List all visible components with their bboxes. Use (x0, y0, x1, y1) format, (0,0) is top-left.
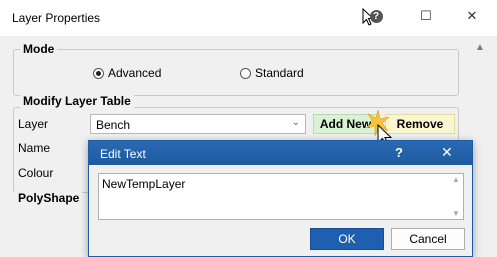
add-new-label: Add New (319, 117, 372, 131)
radio-standard-label: Standard (255, 66, 304, 80)
maximize-button[interactable]: ☐ (414, 3, 438, 29)
mode-group-label: Mode (20, 42, 58, 56)
ok-label: OK (338, 232, 356, 246)
window-title: Layer Properties (12, 11, 101, 25)
dialog-title: Edit Text (100, 147, 146, 161)
dialog-close-button[interactable]: ✕ (441, 144, 453, 161)
maximize-icon: ☐ (420, 8, 432, 23)
layer-label: Layer (18, 117, 49, 131)
mode-group (13, 49, 459, 96)
edit-text-value: NewTempLayer (102, 177, 186, 191)
close-icon: ✕ (466, 8, 478, 23)
layer-dropdown-value: Bench (96, 118, 131, 132)
help-button[interactable]: ? (369, 3, 383, 29)
scroll-down-icon[interactable]: ▼ (452, 209, 460, 218)
dialog-titlebar: Edit Text ? ✕ (89, 141, 472, 165)
radio-standard-indicator (240, 67, 251, 79)
name-label: Name (18, 141, 51, 155)
dialog-help-button[interactable]: ? (395, 145, 403, 160)
edit-text-dialog: Edit Text ? ✕ NewTempLayer ▲ ▼ OK Cancel (88, 140, 473, 257)
window-titlebar: Layer Properties ? ☐ ✕ (0, 0, 497, 36)
polyshape-group-label: PolyShape (15, 191, 83, 205)
remove-label: Remove (396, 117, 444, 131)
scroll-up-icon[interactable]: ▲ (452, 175, 460, 184)
cancel-button[interactable]: Cancel (391, 228, 465, 250)
modify-layer-table-label: Modify Layer Table (20, 94, 134, 108)
help-icon: ? (369, 9, 383, 23)
radio-advanced-indicator (93, 67, 104, 79)
cancel-label: Cancel (409, 232, 447, 246)
textarea-scrollbar[interactable]: ▲ ▼ (449, 175, 462, 218)
radio-advanced-label: Advanced (108, 66, 162, 80)
scroll-up-arrow-icon[interactable]: ▲ (475, 42, 485, 53)
chevron-down-icon: ⌄ (291, 117, 300, 128)
remove-button[interactable]: Remove (385, 114, 455, 134)
ok-button[interactable]: OK (310, 228, 384, 250)
close-button[interactable]: ✕ (460, 3, 484, 29)
colour-label: Colour (18, 166, 54, 180)
radio-standard[interactable]: Standard (240, 66, 304, 80)
layer-dropdown[interactable]: Bench ⌄ (90, 114, 306, 134)
radio-advanced[interactable]: Advanced (93, 66, 161, 80)
edit-text-textarea[interactable]: NewTempLayer ▲ ▼ (98, 173, 464, 220)
